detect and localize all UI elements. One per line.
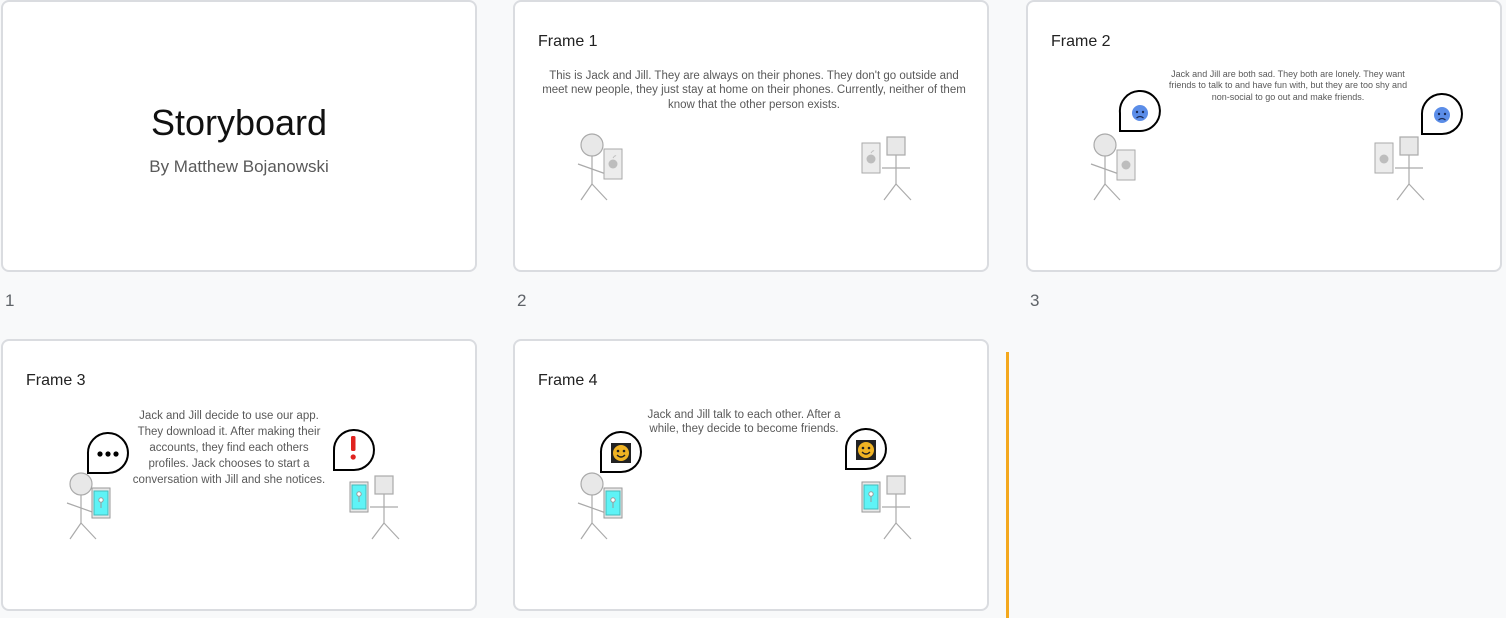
ellipsis-icon <box>97 451 119 457</box>
frame-illustration <box>577 428 912 540</box>
frame-illustration <box>66 429 400 540</box>
storyboard-subtitle: By Matthew Bojanowski <box>149 157 329 176</box>
jack-figure <box>1090 133 1121 201</box>
apple-logo-icon <box>1379 154 1389 164</box>
jack-figure <box>577 133 608 201</box>
slide-thumbnail-4[interactable]: Frame 3 Jack and Jill decide to use our … <box>1 339 477 611</box>
app-icon <box>91 487 111 519</box>
phone-icon <box>1116 149 1136 181</box>
phone-icon <box>603 148 623 180</box>
frame-illustration <box>577 133 912 201</box>
slide-number-1: 1 <box>5 291 15 310</box>
happy-face-icon <box>611 443 631 463</box>
jill-figure <box>370 475 400 540</box>
jill-figure <box>882 475 912 540</box>
phone-icon <box>861 142 881 174</box>
slide-number-2: 2 <box>517 291 527 310</box>
happy-face-icon <box>856 440 876 460</box>
jack-figure <box>577 472 608 540</box>
slide-thumbnail-5[interactable]: Frame 4 Jack and Jill talk to each other… <box>513 339 989 611</box>
jill-figure <box>882 136 912 201</box>
exclamation-icon <box>350 436 356 460</box>
app-icon <box>349 481 369 513</box>
phone-icon <box>1374 142 1394 174</box>
sad-face-icon <box>1132 105 1148 121</box>
apple-logo-icon <box>1121 160 1131 170</box>
slide-thumbnail-2[interactable]: Frame 1 This is Jack and Jill. They are … <box>513 0 989 272</box>
app-icon <box>861 481 881 513</box>
storyboard-title: Storyboard <box>150 102 328 143</box>
jill-figure <box>1395 136 1425 201</box>
app-icon <box>603 487 623 519</box>
frame-illustration <box>1090 90 1463 201</box>
slide-thumbnail-3[interactable]: Frame 2 Jack and Jill are both sad. They… <box>1026 0 1502 272</box>
slide-thumbnail-1[interactable]: Storyboard By Matthew Bojanowski <box>1 0 477 272</box>
drop-position-indicator <box>1006 352 1009 618</box>
slide-number-3: 3 <box>1030 291 1040 310</box>
sad-face-icon <box>1434 107 1450 123</box>
